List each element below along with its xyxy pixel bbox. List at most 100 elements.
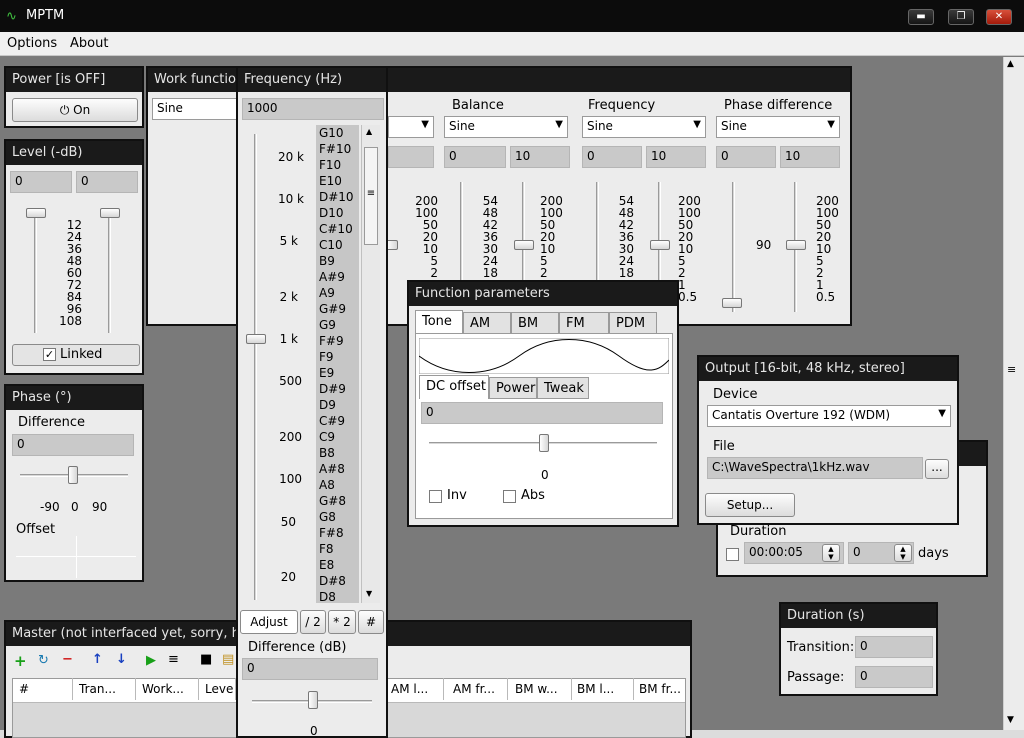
- duration-spin[interactable]: ▲ ▼: [822, 544, 840, 562]
- phase-difference-field[interactable]: 0: [12, 434, 134, 456]
- remove-icon[interactable]: −: [62, 652, 73, 667]
- menu-about[interactable]: About: [70, 36, 108, 51]
- frequency-slider[interactable]: [254, 134, 257, 600]
- scroll-up-icon[interactable]: ▲: [366, 127, 372, 136]
- scroll-down-icon[interactable]: ▼: [366, 589, 372, 598]
- notes-scrollbar[interactable]: ▲ ≡ ▼: [361, 125, 380, 603]
- note-item[interactable]: G10: [316, 125, 359, 141]
- tab-power[interactable]: Power: [489, 377, 537, 399]
- vertical-scrollbar[interactable]: ▲ ≡ ▼: [1003, 57, 1024, 730]
- note-item[interactable]: F#10: [316, 141, 359, 157]
- hash-button[interactable]: #: [358, 610, 384, 634]
- note-item[interactable]: D#9: [316, 381, 359, 397]
- phase-fn-to[interactable]: 10: [780, 146, 840, 168]
- note-item[interactable]: E8: [316, 557, 359, 573]
- note-item[interactable]: A9: [316, 285, 359, 301]
- frequency-input[interactable]: 1000: [242, 98, 384, 120]
- browse-button[interactable]: ...: [925, 459, 949, 479]
- device-select[interactable]: Cantatis Overture 192 (WDM) ▼: [707, 405, 951, 427]
- play-icon[interactable]: ▶: [146, 653, 156, 668]
- dc-offset-field[interactable]: 0: [421, 402, 663, 424]
- scroll-up-icon[interactable]: ▲: [1007, 59, 1014, 69]
- note-item[interactable]: F#8: [316, 525, 359, 541]
- note-item[interactable]: A8: [316, 477, 359, 493]
- menu-options[interactable]: Options: [7, 36, 57, 51]
- double-button[interactable]: * 2: [328, 610, 356, 634]
- add-icon[interactable]: +: [14, 652, 27, 670]
- setup-button[interactable]: Setup...: [705, 493, 795, 517]
- note-item[interactable]: D#10: [316, 189, 359, 205]
- frequency-fn-select[interactable]: Sine ▼: [582, 116, 706, 138]
- phase-fn-select[interactable]: Sine ▼: [716, 116, 840, 138]
- tab-dc-offset[interactable]: DC offset: [419, 375, 489, 399]
- note-item[interactable]: A#9: [316, 269, 359, 285]
- move-up-icon[interactable]: ↑: [92, 652, 103, 667]
- level-left-thumb[interactable]: [26, 208, 46, 218]
- move-down-icon[interactable]: ↓: [116, 652, 127, 667]
- col-bm-frequency[interactable]: BM fr...: [634, 678, 684, 700]
- partial-field[interactable]: [388, 146, 434, 168]
- phase-fn-left-thumb[interactable]: [722, 298, 742, 308]
- frequency-difference-thumb[interactable]: [308, 691, 318, 709]
- work-function-select[interactable]: Sine: [152, 98, 238, 120]
- list-icon[interactable]: ≡: [168, 652, 179, 667]
- balance-right-thumb[interactable]: [514, 240, 534, 250]
- balance-select[interactable]: Sine ▼: [444, 116, 568, 138]
- note-item[interactable]: C#10: [316, 221, 359, 237]
- level-right-slider[interactable]: [108, 209, 111, 333]
- refresh-icon[interactable]: ↻: [38, 653, 49, 668]
- col-work[interactable]: Work...: [137, 678, 199, 700]
- frequency-difference-field[interactable]: 0: [242, 658, 378, 680]
- partial-select[interactable]: ▼: [388, 116, 434, 138]
- balance-from[interactable]: 0: [444, 146, 506, 168]
- note-item[interactable]: C10: [316, 237, 359, 253]
- duration-checkbox[interactable]: [726, 548, 739, 561]
- frequency-fn-right-thumb[interactable]: [650, 240, 670, 250]
- col-level[interactable]: Leve: [200, 678, 236, 700]
- note-item[interactable]: A#8: [316, 461, 359, 477]
- col-am-frequency[interactable]: AM fr...: [448, 678, 508, 700]
- level-left-field[interactable]: 0: [10, 171, 72, 193]
- scroll-down-icon[interactable]: ▼: [1007, 715, 1014, 725]
- dc-offset-thumb[interactable]: [539, 434, 549, 452]
- note-item[interactable]: F8: [316, 541, 359, 557]
- tab-tweak[interactable]: Tweak: [537, 377, 589, 399]
- notes-scroll-thumb[interactable]: ≡: [364, 147, 378, 245]
- note-item[interactable]: B9: [316, 253, 359, 269]
- note-item[interactable]: E9: [316, 365, 359, 381]
- note-item[interactable]: C9: [316, 429, 359, 445]
- linked-checkbox[interactable]: ✓: [43, 348, 56, 361]
- close-button[interactable]: ✕: [986, 9, 1012, 25]
- open-folder-icon[interactable]: ▤: [222, 652, 234, 667]
- days-spin[interactable]: ▲ ▼: [894, 544, 912, 562]
- note-item[interactable]: F9: [316, 349, 359, 365]
- power-on-button[interactable]: ⏻ On: [12, 98, 138, 122]
- frequency-fn-to[interactable]: 10: [646, 146, 706, 168]
- note-item[interactable]: G9: [316, 317, 359, 333]
- note-item[interactable]: F#9: [316, 333, 359, 349]
- halve-button[interactable]: / 2: [300, 610, 326, 634]
- passage-field[interactable]: 0: [855, 666, 933, 688]
- note-item[interactable]: D10: [316, 205, 359, 221]
- restore-button[interactable]: ❐: [948, 9, 974, 25]
- abs-checkbox[interactable]: [503, 490, 516, 503]
- inv-checkbox[interactable]: [429, 490, 442, 503]
- level-left-slider[interactable]: [34, 209, 37, 333]
- col-bm-waveform[interactable]: BM w...: [510, 678, 572, 700]
- scroll-grip-icon[interactable]: ≡: [1007, 363, 1016, 376]
- note-item[interactable]: D#8: [316, 573, 359, 589]
- adjust-tab[interactable]: Adjust: [240, 610, 298, 634]
- level-right-field[interactable]: 0: [76, 171, 138, 193]
- note-item[interactable]: B8: [316, 445, 359, 461]
- tab-am[interactable]: AM: [463, 312, 511, 334]
- frequency-slider-thumb[interactable]: [246, 334, 266, 344]
- phase-fn-from[interactable]: 0: [716, 146, 776, 168]
- frequency-fn-from[interactable]: 0: [582, 146, 642, 168]
- phase-fn-left-slider[interactable]: [732, 182, 735, 312]
- note-item[interactable]: G#8: [316, 493, 359, 509]
- balance-to[interactable]: 10: [510, 146, 570, 168]
- transition-field[interactable]: 0: [855, 636, 933, 658]
- note-item[interactable]: C#9: [316, 413, 359, 429]
- note-item[interactable]: D8: [316, 589, 359, 603]
- col-number[interactable]: #: [11, 678, 73, 700]
